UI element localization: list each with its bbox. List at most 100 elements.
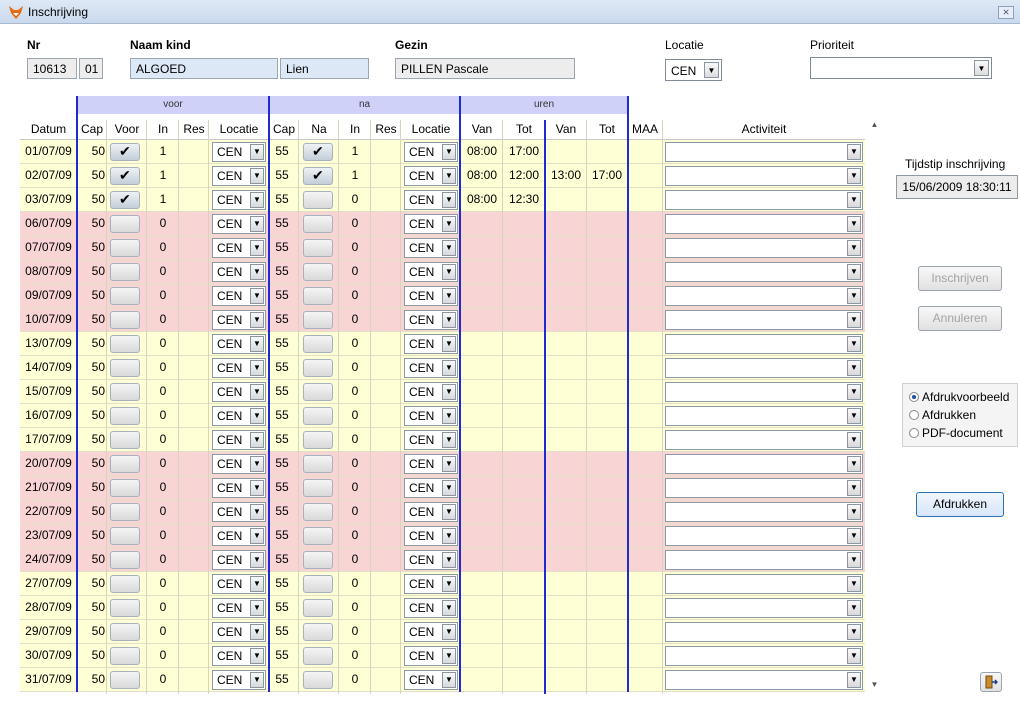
activiteit-select[interactable]: ▼ xyxy=(665,478,863,498)
voor-checkbox[interactable] xyxy=(110,287,140,305)
locatie-na-select[interactable]: CEN ▼ xyxy=(404,670,458,690)
voor-checkbox[interactable] xyxy=(110,623,140,641)
locatie-na-select[interactable]: CEN ▼ xyxy=(404,646,458,666)
chevron-down-icon[interactable]: ▼ xyxy=(442,408,456,424)
chevron-down-icon[interactable]: ▼ xyxy=(250,216,264,232)
nr-field[interactable]: 10613 xyxy=(27,58,77,79)
chevron-down-icon[interactable]: ▼ xyxy=(442,480,456,496)
locatie-na-select[interactable]: CEN ▼ xyxy=(404,526,458,546)
gezin-field[interactable]: PILLEN Pascale xyxy=(395,58,575,79)
chevron-down-icon[interactable]: ▼ xyxy=(847,288,861,304)
chevron-down-icon[interactable]: ▼ xyxy=(250,264,264,280)
chevron-down-icon[interactable]: ▼ xyxy=(250,648,264,664)
locatie-voor-select[interactable]: CEN ▼ xyxy=(212,502,266,522)
locatie-select[interactable]: CEN ▼ xyxy=(665,59,722,81)
locatie-voor-select[interactable]: CEN ▼ xyxy=(212,670,266,690)
locatie-na-select[interactable]: CEN ▼ xyxy=(404,262,458,282)
locatie-na-select[interactable]: CEN ▼ xyxy=(404,622,458,642)
chevron-down-icon[interactable]: ▼ xyxy=(250,504,264,520)
prioriteit-select[interactable]: ▼ xyxy=(810,57,992,79)
chevron-down-icon[interactable]: ▼ xyxy=(847,168,861,184)
chevron-down-icon[interactable]: ▼ xyxy=(442,624,456,640)
activiteit-select[interactable]: ▼ xyxy=(665,406,863,426)
na-checkbox[interactable] xyxy=(303,359,333,377)
chevron-down-icon[interactable]: ▼ xyxy=(250,408,264,424)
locatie-voor-select[interactable]: CEN ▼ xyxy=(212,262,266,282)
na-checkbox[interactable] xyxy=(303,335,333,353)
locatie-voor-select[interactable]: CEN ▼ xyxy=(212,358,266,378)
locatie-voor-select[interactable]: CEN ▼ xyxy=(212,646,266,666)
radio-pdf-document[interactable]: PDF-document xyxy=(909,426,1003,440)
chevron-down-icon[interactable]: ▼ xyxy=(250,552,264,568)
voor-checkbox[interactable] xyxy=(110,503,140,521)
chevron-down-icon[interactable]: ▼ xyxy=(442,264,456,280)
chevron-down-icon[interactable]: ▼ xyxy=(250,576,264,592)
activiteit-select[interactable]: ▼ xyxy=(665,550,863,570)
locatie-na-select[interactable]: CEN ▼ xyxy=(404,310,458,330)
locatie-na-select[interactable]: CEN ▼ xyxy=(404,478,458,498)
activiteit-select[interactable]: ▼ xyxy=(665,454,863,474)
chevron-down-icon[interactable]: ▼ xyxy=(250,168,264,184)
activiteit-select[interactable]: ▼ xyxy=(665,238,863,258)
voor-checkbox[interactable] xyxy=(110,359,140,377)
activiteit-select[interactable]: ▼ xyxy=(665,358,863,378)
voor-checkbox[interactable] xyxy=(110,335,140,353)
scroll-down-icon[interactable]: ▼ xyxy=(866,680,883,694)
chevron-down-icon[interactable]: ▼ xyxy=(442,312,456,328)
locatie-na-select[interactable]: CEN ▼ xyxy=(404,238,458,258)
activiteit-select[interactable]: ▼ xyxy=(665,670,863,690)
locatie-na-select[interactable]: CEN ▼ xyxy=(404,358,458,378)
na-checkbox[interactable] xyxy=(303,575,333,593)
locatie-na-select[interactable]: CEN ▼ xyxy=(404,406,458,426)
activiteit-select[interactable]: ▼ xyxy=(665,382,863,402)
locatie-na-select[interactable]: CEN ▼ xyxy=(404,502,458,522)
exit-button[interactable] xyxy=(980,672,1002,692)
activiteit-select[interactable]: ▼ xyxy=(665,598,863,618)
locatie-voor-select[interactable]: CEN ▼ xyxy=(212,166,266,186)
voor-checkbox[interactable] xyxy=(110,239,140,257)
grid-scrollbar[interactable]: ▲ ▼ xyxy=(866,120,883,694)
locatie-voor-select[interactable]: CEN ▼ xyxy=(212,238,266,258)
chevron-down-icon[interactable]: ▼ xyxy=(847,624,861,640)
chevron-down-icon[interactable]: ▼ xyxy=(442,600,456,616)
chevron-down-icon[interactable]: ▼ xyxy=(847,648,861,664)
voor-checkbox[interactable] xyxy=(110,407,140,425)
chevron-down-icon[interactable]: ▼ xyxy=(442,288,456,304)
locatie-na-select[interactable]: CEN ▼ xyxy=(404,454,458,474)
na-checkbox[interactable] xyxy=(303,527,333,545)
voornaam-field[interactable]: Lien xyxy=(280,58,369,79)
chevron-down-icon[interactable]: ▼ xyxy=(442,336,456,352)
locatie-na-select[interactable]: CEN ▼ xyxy=(404,574,458,594)
radio-icon[interactable] xyxy=(909,410,919,420)
chevron-down-icon[interactable]: ▼ xyxy=(250,672,264,688)
locatie-voor-select[interactable]: CEN ▼ xyxy=(212,574,266,594)
chevron-down-icon[interactable]: ▼ xyxy=(442,672,456,688)
na-checkbox[interactable] xyxy=(303,263,333,281)
voor-checkbox[interactable] xyxy=(110,647,140,665)
chevron-down-icon[interactable]: ▼ xyxy=(847,312,861,328)
inschrijven-button[interactable]: Inschrijven xyxy=(918,266,1002,291)
voor-checkbox[interactable] xyxy=(110,479,140,497)
locatie-voor-select[interactable]: CEN ▼ xyxy=(212,334,266,354)
voor-checkbox[interactable] xyxy=(110,263,140,281)
chevron-down-icon[interactable]: ▼ xyxy=(250,384,264,400)
chevron-down-icon[interactable]: ▼ xyxy=(442,216,456,232)
chevron-down-icon[interactable]: ▼ xyxy=(250,480,264,496)
chevron-down-icon[interactable]: ▼ xyxy=(442,456,456,472)
voor-checkbox[interactable] xyxy=(110,455,140,473)
chevron-down-icon[interactable]: ▼ xyxy=(442,648,456,664)
locatie-voor-select[interactable]: CEN ▼ xyxy=(212,382,266,402)
chevron-down-icon[interactable]: ▼ xyxy=(442,192,456,208)
annuleren-button[interactable]: Annuleren xyxy=(918,306,1002,331)
locatie-voor-select[interactable]: CEN ▼ xyxy=(212,430,266,450)
locatie-voor-select[interactable]: CEN ▼ xyxy=(212,478,266,498)
activiteit-select[interactable]: ▼ xyxy=(665,646,863,666)
locatie-na-select[interactable]: CEN ▼ xyxy=(404,286,458,306)
chevron-down-icon[interactable]: ▼ xyxy=(442,432,456,448)
chevron-down-icon[interactable]: ▼ xyxy=(442,360,456,376)
activiteit-select[interactable]: ▼ xyxy=(665,190,863,210)
achternaam-field[interactable]: ALGOED xyxy=(130,58,278,79)
chevron-down-icon[interactable]: ▼ xyxy=(847,408,861,424)
chevron-down-icon[interactable]: ▼ xyxy=(704,62,719,78)
na-checkbox[interactable] xyxy=(303,407,333,425)
